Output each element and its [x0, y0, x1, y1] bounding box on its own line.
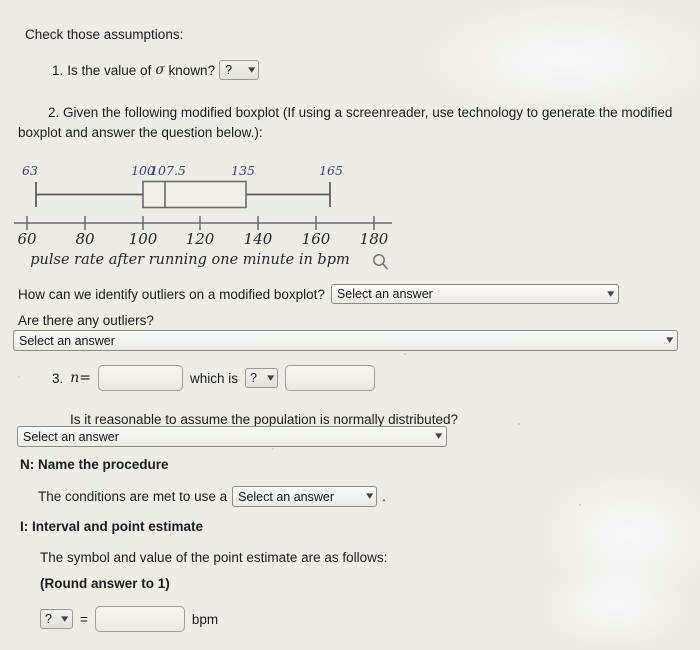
glare-highlight — [540, 560, 690, 650]
point-estimate-input[interactable] — [94, 606, 185, 632]
question-3-middle-text: which is — [190, 370, 239, 386]
tick-label-160: 160 — [302, 230, 331, 248]
bpm-unit-label: bpm — [191, 611, 219, 627]
question-1-row: 1. Is the value of σ known? ? ▾ — [52, 60, 260, 80]
n-comparison-select[interactable]: ? ▾ — [245, 368, 279, 388]
identify-outliers-label: How can we identify outliers on a modifi… — [18, 286, 325, 302]
point-estimate-text: The symbol and value of the point estima… — [40, 550, 388, 565]
identify-outliers-select[interactable]: Select an answer ▾ — [330, 284, 619, 304]
chevron-down-icon: ▾ — [61, 612, 69, 625]
chevron-down-icon: ▾ — [435, 430, 443, 442]
question-2-body: Given the following modified boxplot (If… — [18, 105, 673, 140]
equals-sign: = — [80, 611, 88, 627]
glare-highlight — [420, 0, 700, 120]
chevron-down-icon: ▾ — [247, 63, 255, 76]
n-value-input[interactable] — [98, 365, 184, 391]
chevron-down-icon: ▾ — [607, 287, 615, 300]
tick-label-120: 120 — [186, 230, 215, 248]
conditions-row: The conditions are met to use a Select a… — [38, 486, 386, 507]
identify-outliers-select-value: Select an answer — [336, 287, 433, 301]
question-3-number: 3. — [52, 370, 64, 386]
question-1-text-before: Is the value of — [67, 62, 152, 78]
tick-label-60: 60 — [17, 230, 37, 248]
boxplot-glyph — [35, 180, 331, 209]
boxplot-svg: 63 100 107.5 135 165 60 80 100 120 140 1… — [14, 163, 392, 270]
normal-distribution-label: Is it reasonable to assume the populatio… — [70, 412, 458, 427]
question-1-text-after: known? — [168, 62, 216, 78]
label-min: 63 — [22, 163, 38, 178]
tick-label-140: 140 — [244, 230, 273, 248]
n-comparison-input[interactable] — [285, 365, 376, 391]
modified-boxplot-figure: 63 100 107.5 135 165 60 80 100 120 140 1… — [0, 155, 420, 280]
zoom-magnifier-icon[interactable] — [373, 254, 388, 270]
paper-speck — [404, 353, 406, 355]
check-assumptions-heading: Check those assumptions: — [25, 27, 184, 42]
question-1-number: 1. — [52, 62, 64, 78]
sigma-known-select-value: ? — [225, 63, 233, 77]
procedure-select[interactable]: Select an answer ▾ — [232, 486, 378, 507]
sigma-known-select[interactable]: ? ▾ — [219, 60, 260, 80]
chevron-down-icon: ▾ — [666, 334, 674, 346]
sigma-symbol: σ — [155, 62, 165, 78]
label-max: 165 — [319, 163, 343, 178]
point-estimate-row: ? ▾ = bpm — [40, 606, 218, 632]
procedure-select-value: Select an answer — [238, 489, 334, 504]
any-outliers-label: Are there any outliers? — [18, 313, 154, 328]
any-outliers-select-value: Select an answer — [19, 333, 115, 348]
name-procedure-heading: N: Name the procedure — [20, 457, 169, 472]
question-3-row: 3. n= which is ? ▾ — [52, 365, 376, 391]
boxplot-tick-labels: 60 80 100 120 140 160 180 — [17, 230, 388, 248]
point-estimate-symbol-value: ? — [45, 612, 52, 626]
question-2-text: 2. Given the following modified boxplot … — [18, 103, 678, 142]
n-symbol: n= — [70, 370, 92, 386]
label-q3: 135 — [231, 163, 255, 178]
tick-label-180: 180 — [360, 230, 389, 248]
boxplot-value-labels: 63 100 107.5 135 165 — [22, 163, 343, 178]
conditions-period: . — [382, 489, 386, 504]
glare-highlight — [540, 470, 700, 600]
tick-label-100: 100 — [129, 230, 158, 248]
conditions-text: The conditions are met to use a — [38, 489, 228, 504]
paper-speck — [579, 504, 581, 506]
interval-heading: I: Interval and point estimate — [20, 519, 204, 534]
label-median: 107.5 — [150, 163, 186, 178]
paper-speck — [18, 376, 20, 378]
identify-outliers-row: How can we identify outliers on a modifi… — [18, 284, 619, 304]
point-estimate-symbol-select[interactable]: ? ▾ — [40, 609, 73, 629]
boxplot-x-axis-label: pulse rate after running one minute in b… — [30, 252, 350, 268]
tick-label-80: 80 — [75, 230, 95, 248]
question-2-number: 2. — [48, 105, 60, 120]
boxplot-axis — [14, 216, 392, 230]
chevron-down-icon: ▾ — [365, 490, 373, 502]
n-comparison-select-value: ? — [250, 371, 257, 385]
round-instruction: (Round answer to 1) — [40, 576, 170, 591]
normal-distribution-select-value: Select an answer — [23, 429, 119, 444]
any-outliers-select[interactable]: Select an answer ▾ — [13, 330, 678, 351]
normal-distribution-select[interactable]: Select an answer ▾ — [17, 426, 447, 447]
paper-speck — [518, 423, 520, 425]
paper-speck — [272, 448, 274, 450]
box-iqr — [142, 180, 247, 209]
chevron-down-icon: ▾ — [266, 371, 274, 384]
